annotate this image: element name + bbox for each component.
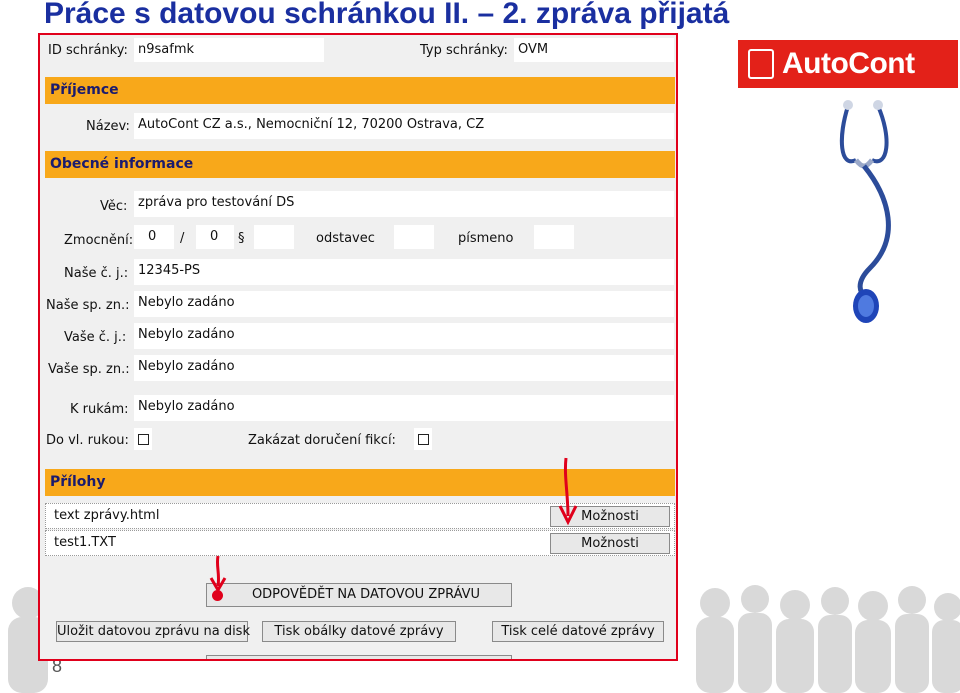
general-info-section-header: Obecné informace (45, 151, 675, 178)
arrow-to-reply-icon (209, 555, 227, 593)
odstavec-label: odstavec (316, 231, 375, 246)
disable-fiction-label: Zakázat doručení fikcí: (248, 433, 396, 448)
autocont-logo: AutoCont (738, 40, 958, 88)
paragraph-symbol: § (238, 231, 245, 246)
arrow-to-options-icon (558, 457, 578, 526)
your-ref-field: Nebylo zadáno (134, 323, 674, 349)
attention-label: K rukám: (70, 402, 129, 417)
recipient-name-label: Název: (86, 119, 130, 134)
our-ref-label: Naše č. j.: (64, 266, 129, 281)
attachment-row: test1.TXT Možnosti (45, 530, 675, 556)
recipient-section-header: Příjemce (45, 77, 675, 104)
your-ref-label: Vaše č. j.: (64, 330, 127, 345)
authority-year-field[interactable]: 0 (196, 225, 234, 249)
paragraph-field[interactable] (254, 225, 294, 249)
print-envelope-button[interactable]: Tisk obálky datové zprávy (262, 621, 456, 642)
stethoscope-icon (839, 100, 891, 323)
pismeno-field[interactable] (534, 225, 574, 249)
reply-button-label: ODPOVĚDĚT NA DATOVOU ZPRÁVU (251, 587, 481, 602)
cutoff-button[interactable] (206, 655, 512, 659)
subject-label: Věc: (100, 199, 128, 214)
slide-title: Práce s datovou schránkou II. – 2. zpráv… (44, 0, 730, 30)
attachment-row: text zprávy.html Možnosti (45, 503, 675, 529)
attachment-options-button[interactable]: Možnosti (550, 533, 670, 554)
authority-label: Zmocnění: (64, 233, 134, 248)
print-message-button[interactable]: Tisk celé datové zprávy (492, 621, 664, 642)
your-file-label: Vaše sp. zn.: (48, 362, 130, 377)
reply-button[interactable]: ODPOVĚDĚT NA DATOVOU ZPRÁVU (206, 583, 512, 607)
save-to-disk-button[interactable]: Uložit datovou zprávu na disk (56, 621, 250, 642)
our-file-label: Naše sp. zn.: (46, 298, 130, 313)
authority-separator: / (180, 231, 185, 246)
attachment-name[interactable]: test1.TXT (54, 535, 116, 550)
odstavec-field[interactable] (394, 225, 434, 249)
our-ref-field: 12345-PS (134, 259, 674, 285)
subject-field: zpráva pro testování DS (134, 191, 674, 217)
message-detail-window: ID schránky: n9safmk Typ schránky: OVM P… (38, 33, 678, 661)
logo-text: AutoCont (782, 47, 915, 80)
pismeno-label: písmeno (458, 231, 514, 246)
databox-type-label: Typ schránky: (420, 43, 508, 58)
authority-number-field[interactable]: 0 (134, 225, 174, 249)
message-form: ID schránky: n9safmk Typ schránky: OVM P… (40, 35, 676, 659)
our-file-field: Nebylo zadáno (134, 291, 674, 317)
attachments-section-header: Přílohy (45, 469, 675, 496)
recipient-name-field: AutoCont CZ a.s., Nemocniční 12, 70200 O… (134, 113, 674, 139)
disable-fiction-checkbox[interactable] (418, 434, 429, 445)
logo-mark-icon (748, 49, 774, 79)
databox-id-field: n9safmk (134, 38, 324, 62)
your-file-field: Nebylo zadáno (134, 355, 674, 381)
personal-delivery-checkbox[interactable] (138, 434, 149, 445)
attention-field: Nebylo zadáno (134, 395, 674, 421)
databox-type-field: OVM (514, 38, 674, 62)
attachment-name[interactable]: text zprávy.html (54, 508, 159, 523)
databox-id-label: ID schránky: (48, 43, 128, 58)
personal-delivery-label: Do vl. rukou: (46, 433, 129, 448)
